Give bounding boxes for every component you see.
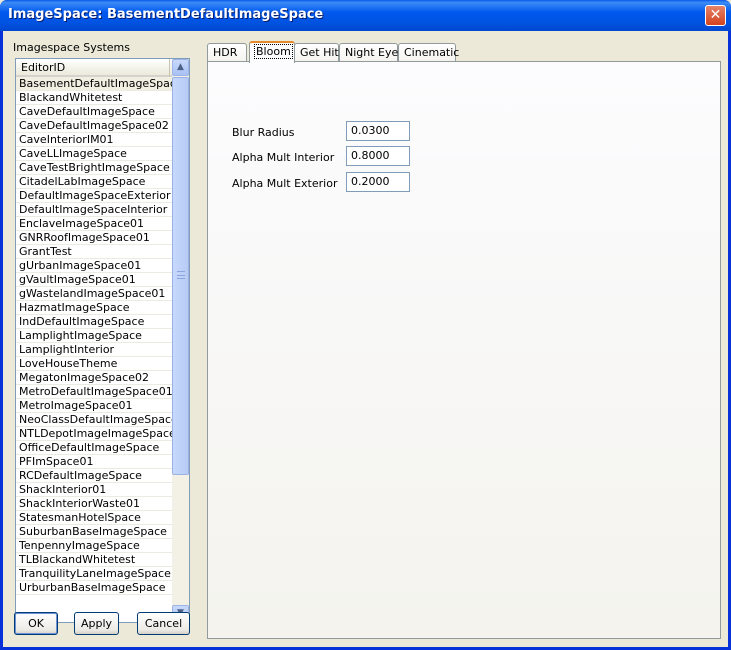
list-item[interactable]: SuburbanBaseImageSpace	[16, 525, 172, 539]
list-item[interactable]: IndDefaultImageSpace	[16, 315, 172, 329]
list-item[interactable]: CaveLLImageSpace	[16, 147, 172, 161]
tab-get-hit[interactable]: Get Hit	[294, 43, 339, 62]
list-item[interactable]: DefaultImageSpaceInterior	[16, 203, 172, 217]
list-item[interactable]: gVaultImageSpace01	[16, 273, 172, 287]
tab-cinematic[interactable]: Cinematic	[398, 43, 460, 62]
list-item[interactable]: RCDefaultImageSpace	[16, 469, 172, 483]
list-item[interactable]: OfficeDefaultImageSpace	[16, 441, 172, 455]
cancel-button[interactable]: Cancel	[137, 612, 190, 635]
title-bar[interactable]: ImageSpace: BasementDefaultImageSpace ✕	[0, 0, 731, 31]
list-item[interactable]: LoveHouseTheme	[16, 357, 172, 371]
list-item[interactable]: PFImSpace01	[16, 455, 172, 469]
list-item[interactable]: EnclaveImageSpace01	[16, 217, 172, 231]
column-header-editorid[interactable]: EditorID	[16, 59, 170, 77]
dialog-client: Imagespace Systems EditorID BasementDefa…	[3, 31, 728, 647]
list-item[interactable]: BlackandWhitetest	[16, 91, 172, 105]
list-item[interactable]: DefaultImageSpaceExterior	[16, 189, 172, 203]
window-title: ImageSpace: BasementDefaultImageSpace	[8, 7, 324, 22]
list-item[interactable]: HazmatImageSpace	[16, 301, 172, 315]
list-item[interactable]: CaveDefaultImageSpace	[16, 105, 172, 119]
list-item[interactable]: gUrbanImageSpace01	[16, 259, 172, 273]
list-item[interactable]: UrburbanBaseImageSpace	[16, 581, 172, 595]
list-item[interactable]: NTLDepotImageImageSpace	[16, 427, 172, 441]
close-button[interactable]: ✕	[705, 5, 726, 26]
grip-icon	[177, 271, 185, 279]
blur-radius-label: Blur Radius	[232, 126, 295, 139]
list-item[interactable]: MetroDefaultImageSpace01	[16, 385, 172, 399]
imagespace-systems-label: Imagespace Systems	[13, 41, 130, 54]
list-item[interactable]: TranquilityLaneImageSpace	[16, 567, 172, 581]
ok-button[interactable]: OK	[14, 612, 58, 635]
tab-bloom[interactable]: Bloom	[249, 41, 295, 63]
tab-night-eye[interactable]: Night Eye	[339, 43, 398, 62]
list-item[interactable]: CitadelLabImageSpace	[16, 175, 172, 189]
tab-night-eye-label: Night Eye	[345, 46, 399, 59]
list-item[interactable]: ShackInteriorWaste01	[16, 497, 172, 511]
list-item[interactable]: StatesmanHotelSpace	[16, 511, 172, 525]
list-item[interactable]: NeoClassDefaultImageSpace	[16, 413, 172, 427]
list-item[interactable]: LamplightInterior	[16, 343, 172, 357]
alpha-mult-interior-label: Alpha Mult Interior	[232, 151, 335, 164]
blur-radius-field[interactable]: 0.0300	[346, 121, 410, 141]
list-item[interactable]: ShackInterior01	[16, 483, 172, 497]
list-item[interactable]: LamplightImageSpace	[16, 329, 172, 343]
alpha-mult-interior-field[interactable]: 0.8000	[346, 146, 410, 166]
dialog-window: ImageSpace: BasementDefaultImageSpace ✕ …	[0, 0, 731, 650]
list-item[interactable]: TLBlackandWhitetest	[16, 553, 172, 567]
apply-button[interactable]: Apply	[74, 612, 119, 635]
list-item[interactable]: MetroImageSpace01	[16, 399, 172, 413]
vertical-scrollbar[interactable]: ▲ ▼	[172, 59, 189, 622]
chevron-up-icon: ▲	[177, 62, 184, 72]
list-item[interactable]: TenpennyImageSpace	[16, 539, 172, 553]
alpha-mult-exterior-label: Alpha Mult Exterior	[232, 177, 338, 190]
editor-id-list[interactable]: EditorID BasementDefaultImageSpace Blacka…	[15, 58, 190, 623]
tab-hdr-label: HDR	[213, 46, 238, 59]
bloom-tab-panel: Blur Radius 0.0300 Alpha Mult Interior 0…	[207, 61, 721, 639]
list-item[interactable]: CaveDefaultImageSpace02	[16, 119, 172, 133]
scroll-thumb[interactable]	[172, 77, 189, 475]
list-item[interactable]: MegatonImageSpace02	[16, 371, 172, 385]
list-item[interactable]: gWastelandImageSpace01	[16, 287, 172, 301]
list-item[interactable]: GrantTest	[16, 245, 172, 259]
scroll-up-button[interactable]: ▲	[172, 59, 189, 76]
list-item[interactable]: BasementDefaultImageSpace	[16, 77, 172, 91]
alpha-mult-exterior-field[interactable]: 0.2000	[346, 172, 410, 192]
close-icon: ✕	[709, 7, 722, 23]
tab-cinematic-label: Cinematic	[404, 46, 460, 59]
list-item[interactable]: CaveTestBrightImageSpace	[16, 161, 172, 175]
tab-bloom-label: Bloom	[254, 44, 293, 59]
tab-hdr[interactable]: HDR	[207, 43, 247, 62]
list-header: EditorID	[16, 59, 172, 77]
tab-get-hit-label: Get Hit	[300, 46, 339, 59]
list-item[interactable]: CaveInteriorIM01	[16, 133, 172, 147]
list-item[interactable]: GNRRoofImageSpace01	[16, 231, 172, 245]
list-rows: BasementDefaultImageSpace BlackandWhitete…	[16, 77, 172, 595]
tab-control: HDR Bloom Get Hit Night Eye Cinematic Bl…	[207, 41, 721, 639]
